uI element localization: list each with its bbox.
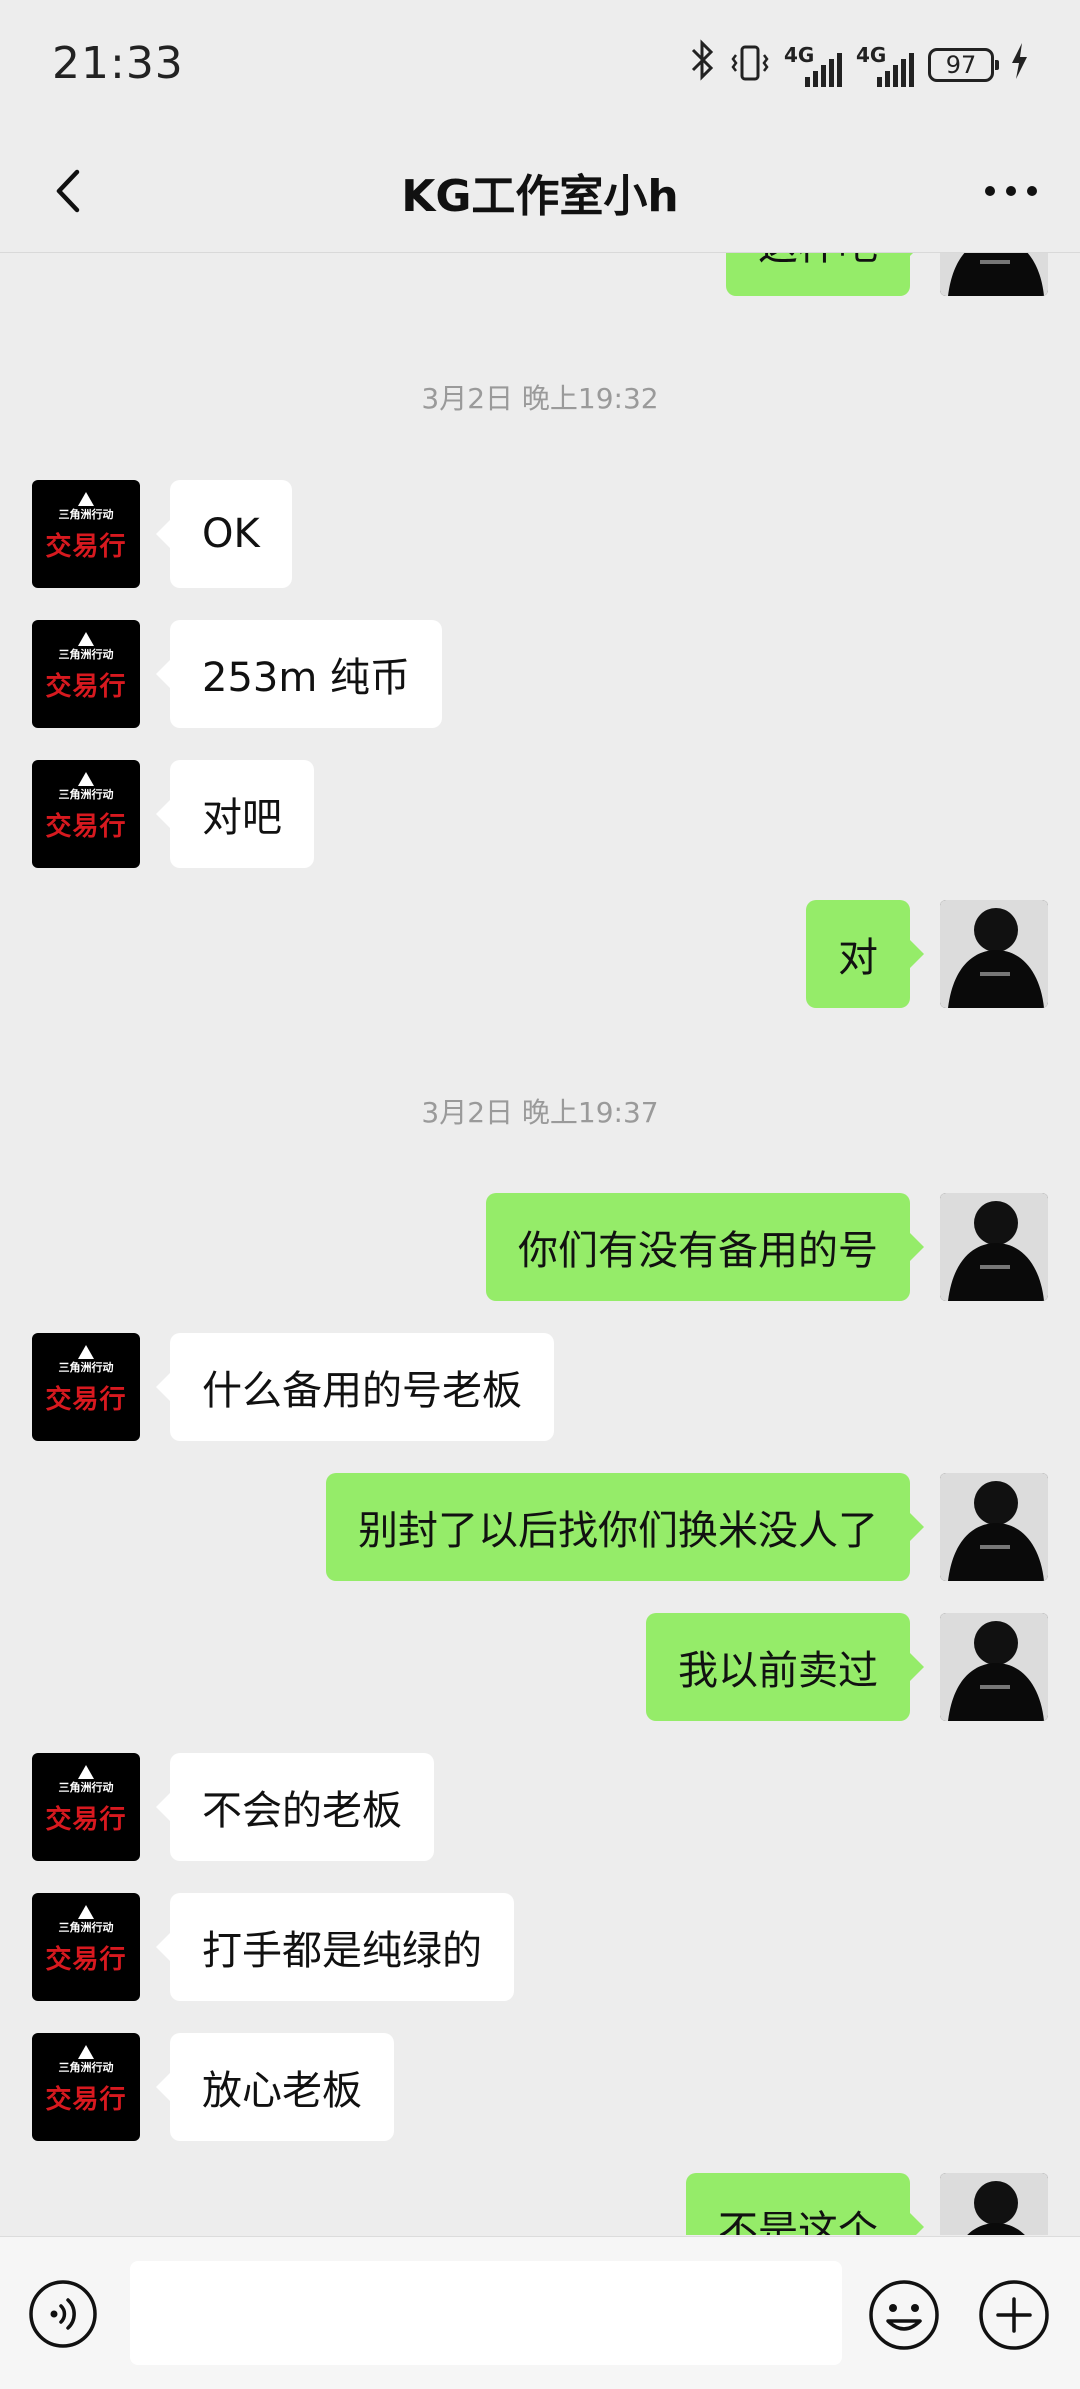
logo-triangle-icon — [78, 1905, 94, 1919]
logo-main-text: 交易行 — [45, 812, 127, 842]
message-bubble[interactable]: 你们有没有备用的号 — [486, 1193, 924, 1301]
my-avatar[interactable] — [940, 1473, 1048, 1581]
logo-top-text: 三角洲行动 — [58, 508, 114, 521]
plus-button[interactable] — [978, 2279, 1050, 2351]
battery-level: 97 — [945, 51, 977, 79]
logo-main-text: 交易行 — [45, 1945, 127, 1975]
logo-triangle-icon — [78, 1765, 94, 1779]
logo-main-text: 交易行 — [45, 2085, 127, 2115]
contact-avatar[interactable]: 三角洲行动 交易行 — [32, 480, 140, 588]
logo-main-text: 交易行 — [45, 532, 127, 562]
message-bubble[interactable]: 放心老板 — [156, 2033, 394, 2141]
more-dots-icon — [985, 186, 1037, 196]
logo-triangle-icon — [78, 772, 94, 786]
my-avatar[interactable] — [940, 253, 1048, 296]
logo-top-text: 三角洲行动 — [58, 2061, 114, 2074]
message-row: 对 — [0, 900, 1080, 1008]
contact-avatar[interactable]: 三角洲行动 交易行 — [32, 1753, 140, 1861]
plus-icon — [979, 2280, 1049, 2350]
message-bubble[interactable]: 打手都是纯绿的 — [156, 1893, 514, 2001]
emoji-icon — [869, 2280, 939, 2350]
message-row: 三角洲行动 交易行 253m 纯币 — [0, 620, 1080, 728]
vibrate-icon — [730, 43, 770, 87]
contact-avatar[interactable]: 三角洲行动 交易行 — [32, 1893, 140, 2001]
logo-top-text: 三角洲行动 — [58, 1361, 114, 1374]
message-row: 三角洲行动 交易行 放心老板 — [0, 2033, 1080, 2141]
logo-top-text: 三角洲行动 — [58, 648, 114, 661]
my-avatar[interactable] — [940, 1613, 1048, 1721]
my-avatar[interactable] — [940, 1193, 1048, 1301]
timestamp: 3月2日 晚上19:37 — [421, 1096, 659, 1129]
input-bar — [0, 2236, 1080, 2389]
message-row: 这样吧 — [0, 253, 1080, 296]
message-bubble[interactable]: 253m 纯币 — [155, 620, 443, 728]
timestamp: 3月2日 晚上19:32 — [421, 382, 659, 415]
logo-triangle-icon — [78, 492, 94, 506]
logo-main-text: 交易行 — [45, 672, 127, 702]
status-icons: 4G 4G 97 — [690, 39, 1030, 91]
message-bubble[interactable]: 我以前卖过 — [646, 1613, 924, 1721]
message-bubble[interactable]: 对 — [806, 900, 924, 1008]
message-bubble[interactable]: OK — [156, 480, 292, 588]
message-bubble[interactable]: 不会的老板 — [156, 1753, 434, 1861]
contact-avatar[interactable]: 三角洲行动 交易行 — [32, 760, 140, 868]
logo-triangle-icon — [78, 632, 94, 646]
status-time: 21:33 — [52, 38, 184, 89]
status-bar: 21:33 4G 4G 97 — [0, 0, 1080, 130]
logo-top-text: 三角洲行动 — [58, 1921, 114, 1934]
voice-button[interactable] — [28, 2279, 98, 2349]
message-bubble[interactable]: 什么备用的号老板 — [156, 1333, 554, 1441]
message-row: 三角洲行动 交易行 对吧 — [0, 760, 1080, 868]
message-bubble[interactable]: 这样吧 — [726, 253, 924, 296]
message-input[interactable] — [130, 2261, 842, 2365]
message-row: 我以前卖过 — [0, 1613, 1080, 1721]
voice-icon — [29, 2280, 97, 2348]
chat-header: KG工作室小h — [0, 130, 1080, 253]
message-row: 你们有没有备用的号 — [0, 1193, 1080, 1301]
logo-triangle-icon — [78, 1345, 94, 1359]
message-bubble[interactable]: 对吧 — [156, 760, 314, 868]
charging-icon — [1008, 41, 1030, 90]
contact-avatar[interactable]: 三角洲行动 交易行 — [32, 620, 140, 728]
contact-avatar[interactable]: 三角洲行动 交易行 — [32, 1333, 140, 1441]
message-row: 三角洲行动 交易行 打手都是纯绿的 — [0, 1893, 1080, 2001]
logo-main-text: 交易行 — [45, 1385, 127, 1415]
logo-triangle-icon — [78, 2045, 94, 2059]
message-row: 三角洲行动 交易行 什么备用的号老板 — [0, 1333, 1080, 1441]
logo-main-text: 交易行 — [45, 1805, 127, 1835]
message-row: 三角洲行动 交易行 OK — [0, 480, 1080, 588]
message-list[interactable]: 这样吧 3月2日 晚上19:32 三角洲行动 交易行 OK 三角洲行动 交易行 … — [0, 253, 1080, 2235]
message-row: 别封了以后找你们换米没人了 — [0, 1473, 1080, 1581]
my-avatar[interactable] — [940, 2173, 1048, 2235]
message-row: 三角洲行动 交易行 不会的老板 — [0, 1753, 1080, 1861]
battery-icon: 97 — [928, 48, 999, 82]
message-bubble[interactable]: 别封了以后找你们换米没人了 — [326, 1473, 924, 1581]
more-button[interactable] — [976, 156, 1046, 226]
logo-top-text: 三角洲行动 — [58, 788, 114, 801]
chat-title: KG工作室小h — [401, 171, 679, 222]
signal-icon: 4G — [784, 43, 842, 87]
logo-top-text: 三角洲行动 — [58, 1781, 114, 1794]
signal-icon-2: 4G — [856, 43, 914, 87]
bluetooth-icon — [690, 39, 716, 91]
my-avatar[interactable] — [940, 900, 1048, 1008]
emoji-button[interactable] — [868, 2279, 940, 2351]
contact-avatar[interactable]: 三角洲行动 交易行 — [32, 2033, 140, 2141]
message-row: 不是这个 — [0, 2173, 1080, 2235]
message-bubble[interactable]: 不是这个 — [686, 2173, 924, 2235]
